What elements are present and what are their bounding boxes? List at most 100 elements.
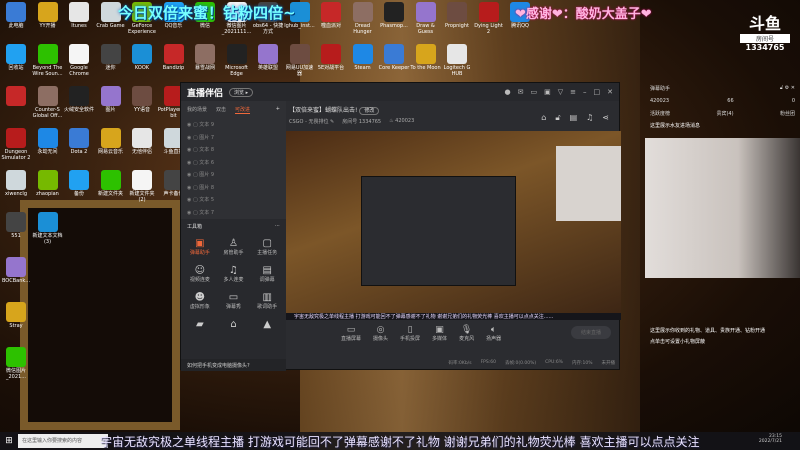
tab-fans[interactable]: 粉丝团 [780,110,795,117]
desktop-icon[interactable]: 网易云音乐 [95,126,127,155]
eye-icon[interactable]: ◉ [187,197,191,203]
desktop-icon[interactable]: 噬血派对 [315,0,347,29]
eye-icon[interactable]: ◉ [187,135,191,141]
eye-icon[interactable]: ◉ [187,172,191,178]
desktop-icon[interactable]: xiwenclg [0,168,32,197]
tool-item[interactable]: ♙ 房管助手 [217,238,251,256]
source-item[interactable]: ◉ ▢ 文本 8 [181,144,286,157]
gift-filter-hint[interactable]: 点单击可设置小礼物屏蔽 [645,336,800,347]
desktop-icon[interactable]: Logitech G HUB [441,42,473,77]
desktop-icon[interactable]: 5E对战平台 [315,42,347,71]
gift-icon[interactable]: ⌂ [541,113,546,123]
tool-item[interactable]: ☺ 视频连麦 [183,265,217,283]
source-item[interactable]: ◉ ▢ 图片 7 [181,132,286,145]
desktop-icon[interactable]: 图片 [95,84,127,113]
desktop-icon[interactable]: Dying Light 2 [473,0,505,35]
skin-icon[interactable]: ▣ [544,88,551,96]
desktop-icon[interactable]: 暴雪战网 [189,42,221,71]
tool-item[interactable]: ▤ 调弹幕 [250,265,284,283]
tool-item[interactable]: ♫ 多人连麦 [217,265,251,283]
desktop-icon[interactable]: 新建文件夹 [95,168,127,197]
bell-icon[interactable]: ♫ [586,113,593,123]
minimize-icon[interactable]: – [583,88,587,96]
desktop-icon[interactable]: 网易UU加速器 [284,42,316,77]
eye-icon[interactable]: ◉ [187,185,191,191]
game-category[interactable]: CSGO - 无畏排位 ✎ [289,118,334,125]
avatar[interactable]: ● [505,88,511,96]
share-icon[interactable]: ⋖ [602,113,609,123]
tab-activity[interactable]: 活跃度榜 [650,110,670,117]
desktop-icon[interactable]: Core Keeper [378,42,410,71]
desktop-icon[interactable]: Draw & Guess [410,0,442,35]
desktop-icon[interactable]: Microsoft Edge [221,42,253,77]
desktop-icon[interactable]: Beyond The Wire Soun... [32,42,64,77]
desktop-icon[interactable]: Google Chrome [63,42,95,77]
desktop-icon[interactable]: Itunes [63,0,95,29]
windows-start-icon[interactable]: ⊞ [0,436,18,446]
tab-my-scenes[interactable]: 我的场景 [187,106,207,114]
desktop-icon[interactable]: 备份 [63,168,95,197]
desktop-icon[interactable]: Dungeon Simulator 2 [0,126,32,161]
menu-icon[interactable]: ≡ [570,88,576,96]
help-tip[interactable]: 如何把手机变成电脑摄像头? [181,359,286,371]
desktop-icon[interactable]: BOCBank... [0,255,32,284]
desktop-icon[interactable]: 551 [0,210,32,239]
control-button[interactable]: ▣ 多媒体 [432,325,447,342]
desktop-icon[interactable]: 微信图片_2021... [0,345,32,380]
tool-item[interactable]: ⌂ [217,319,251,330]
tool-item[interactable]: ☻ 虚拟形象 [183,292,217,310]
tab-vip[interactable]: 贵宾(4) [716,110,733,117]
edit-title-button[interactable]: 修改 [359,107,380,115]
desktop-icon[interactable]: 英雄联盟 [252,42,284,71]
source-item[interactable]: ◉ ▢ 文本 9 [181,119,286,132]
maximize-icon[interactable]: □ [594,88,601,96]
desktop-icon[interactable]: 火绒安全软件 [63,84,95,113]
close-icon[interactable]: ✕ [607,88,613,96]
box-icon[interactable]: ▤ [570,113,578,123]
desktop-icon[interactable]: Counter-S Global Off... [32,84,64,119]
desktop-icon[interactable]: 永劫无间 [32,126,64,155]
eye-icon[interactable]: ◉ [187,122,191,128]
source-item[interactable]: ◉ ▢ 图片 8 [181,182,286,195]
tool-item[interactable]: ▭ 弹幕秀 [217,292,251,310]
eye-icon[interactable]: ◉ [187,210,191,216]
desktop-icon[interactable]: Dread Hunger [347,0,379,35]
tab-active[interactable]: 可改进 [235,106,251,114]
desktop-icon[interactable]: 新建文件夹(2) [126,168,158,203]
desktop-icon[interactable]: Dota 2 [63,126,95,155]
desktop-icon[interactable]: Stray [0,300,32,329]
desktop-icon[interactable]: 无他伴侣 [126,126,158,155]
tool-item[interactable]: ▥ 歌词助手 [250,292,284,310]
tool-item[interactable]: ▣ 弹幕助手 [183,238,217,256]
tab-double[interactable]: 双击 [216,106,226,114]
control-button[interactable]: ▯ 手机投屏 [400,325,420,342]
desktop-icon[interactable]: Phasmop... [378,0,410,29]
mail-icon[interactable]: ✉ [518,88,524,96]
tool-item[interactable]: ▰ [183,319,217,330]
shirt-icon[interactable]: ▽ [558,88,563,96]
desktop-icon[interactable]: 此电脑 [0,0,32,29]
desktop-icon[interactable]: Bandizip [158,42,190,71]
desktop-icon[interactable]: 回收站 [0,42,32,71]
source-item[interactable]: ◉ ▢ 文本 6 [181,157,286,170]
control-button[interactable]: ▭ 直播屏幕 [341,325,361,342]
desktop-icon[interactable]: YY开播 [32,0,64,29]
taskbar-search[interactable]: 在这里输入你要搜索的内容 [18,434,108,448]
desktop-icon[interactable]: 新建文本文档(3) [32,210,64,245]
panel-controls[interactable]: 🔓︎ ⚙ ✕ [780,85,795,92]
tool-item[interactable]: ▲ [250,319,284,330]
clock[interactable]: 23:15 2022/7/21 [759,434,782,444]
desktop-icon[interactable]: Steam [347,42,379,71]
control-button[interactable]: ◎ 摄像头 [373,325,388,342]
desktop-icon[interactable]: zhaopian [32,168,64,197]
source-item[interactable]: ◉ ▢ 图片 9 [181,169,286,182]
control-button[interactable]: 🔈︎ 扬声器 [486,325,501,342]
desktop-icon[interactable]: 迷你 [95,42,127,71]
control-button[interactable]: 🎙︎ 麦克风 [459,325,474,342]
message-icon[interactable]: ▭ [530,88,537,96]
more-icon[interactable]: ⋯ [275,223,280,230]
source-item[interactable]: ◉ ▢ 文本 5 [181,194,286,207]
source-item[interactable]: ◉ ▢ 文本 7 [181,207,286,220]
desktop-icon[interactable]: KOOK [126,42,158,71]
desktop-icon[interactable]: YY语音 [126,84,158,113]
